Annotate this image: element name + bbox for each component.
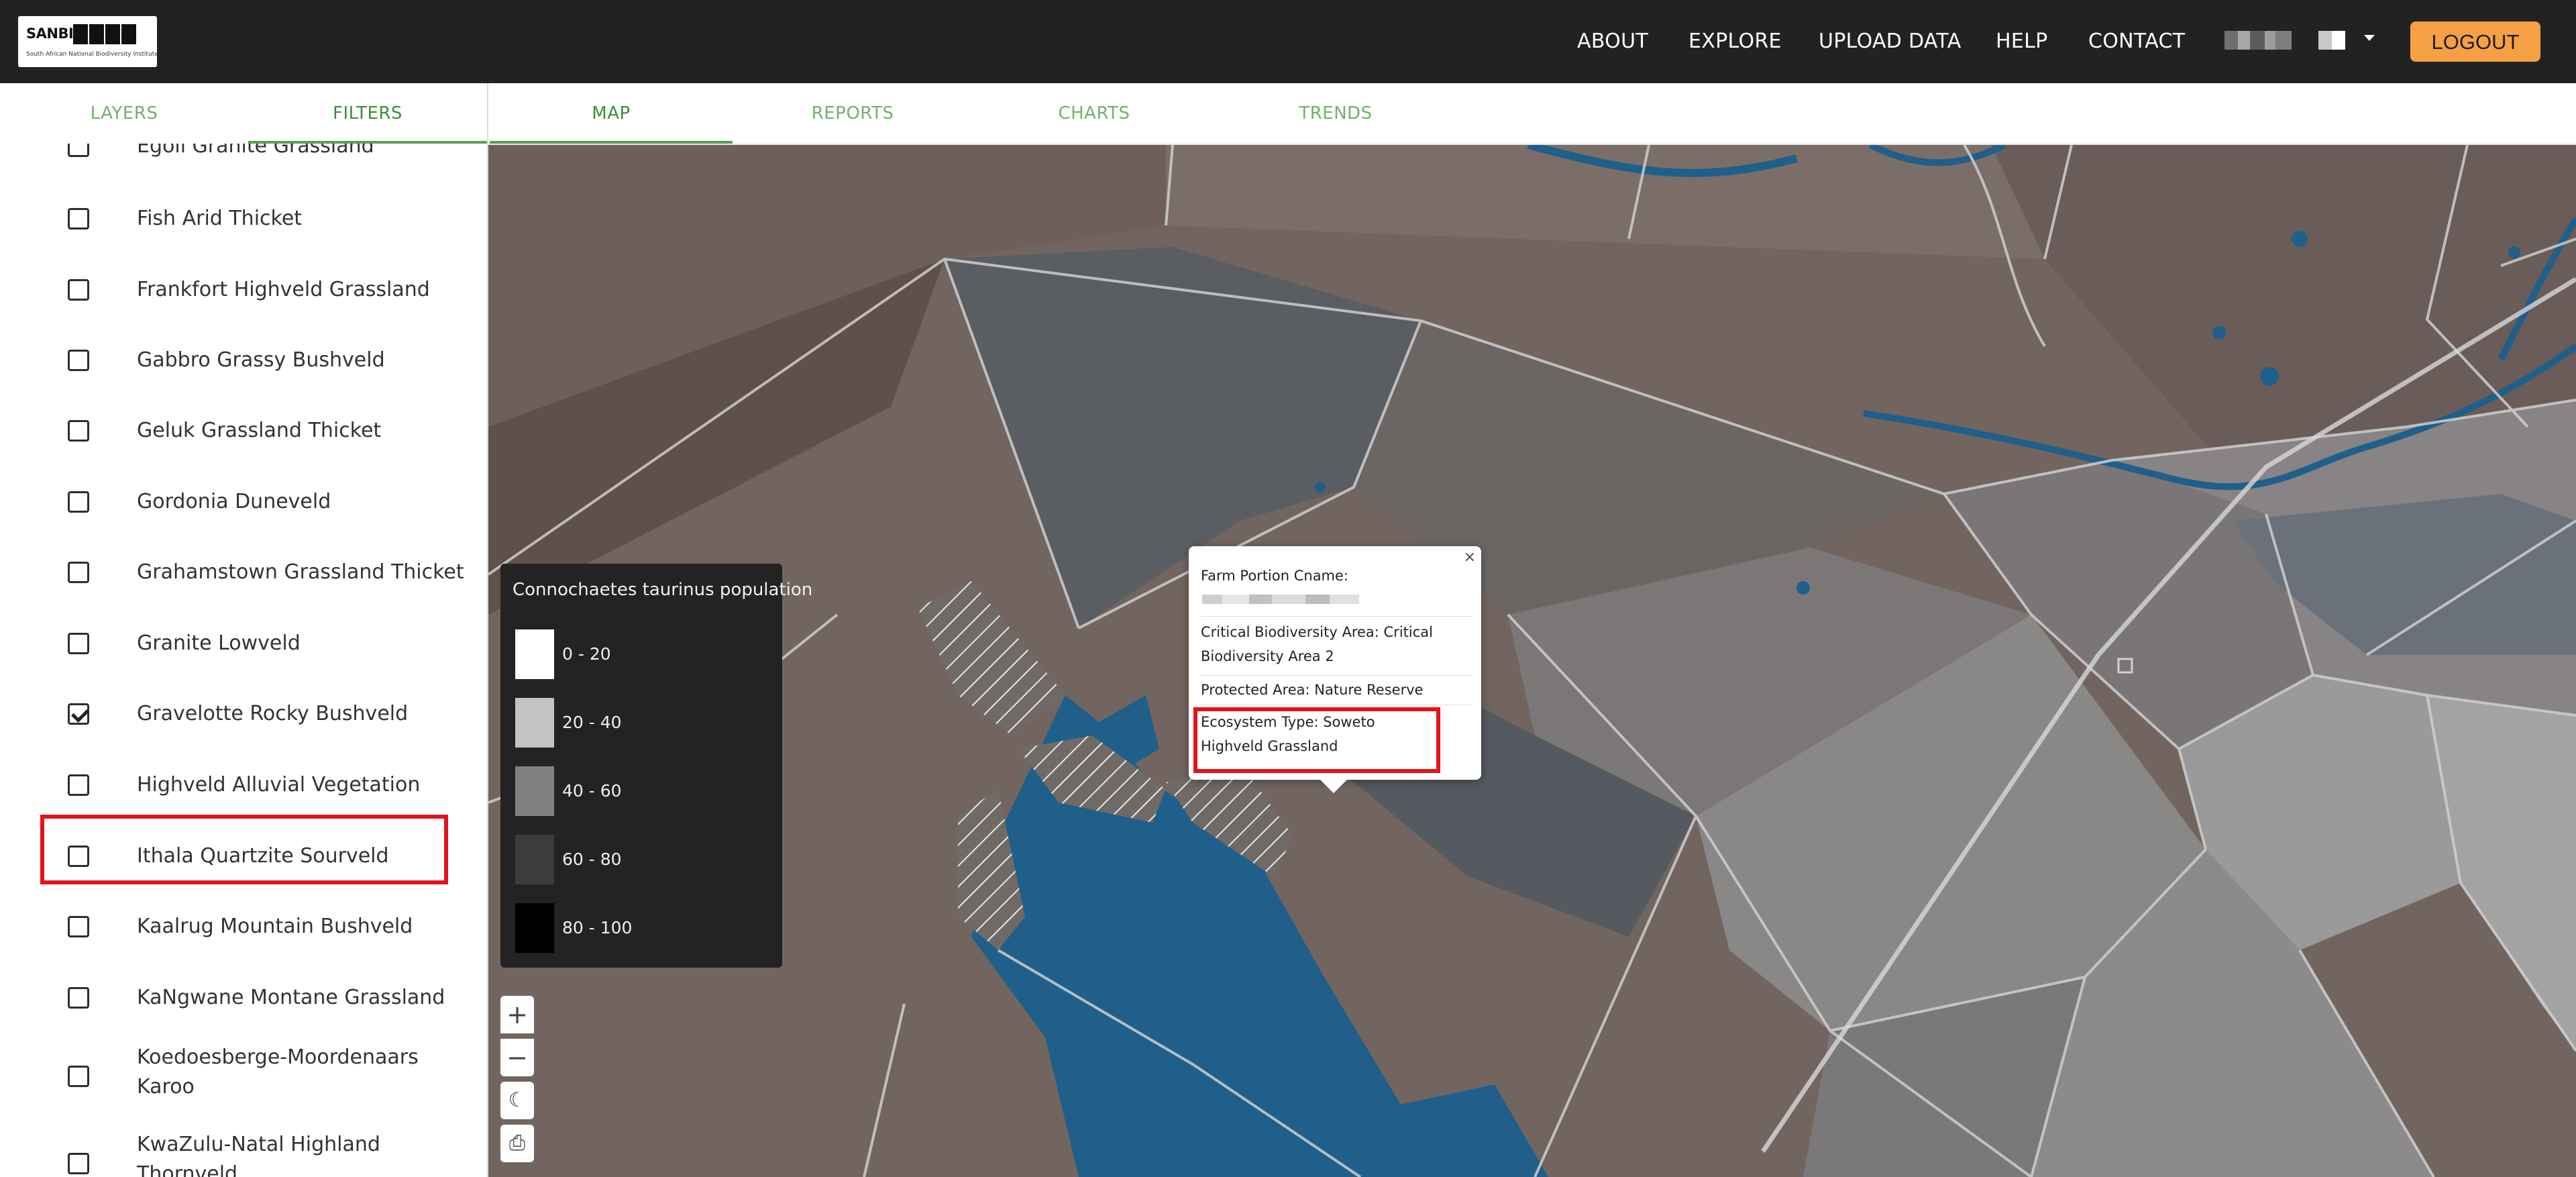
filter-label: Gordonia Duneveld	[137, 490, 331, 513]
filter-checkbox[interactable]	[68, 279, 89, 301]
filter-checkbox[interactable]	[68, 491, 89, 513]
tab-layers[interactable]: LAYERS	[0, 83, 248, 144]
ecosystem-type-highlight	[1193, 707, 1440, 773]
print-icon[interactable]: ⎙	[500, 1125, 534, 1162]
filter-label: Gabbro Grassy Bushveld	[137, 348, 385, 372]
filter-label: Koedoesberge-Moordenaars Karoo	[137, 1045, 419, 1098]
nav-help[interactable]: HELP	[1996, 30, 2048, 53]
map-canvas[interactable]	[488, 145, 2576, 1177]
filter-checkbox[interactable]	[68, 987, 89, 1009]
filter-checkbox[interactable]	[68, 420, 89, 442]
user-menu-redacted[interactable]	[2224, 31, 2345, 50]
filter-label: Egoli Granite Grassland	[137, 144, 374, 158]
legend-label: 40 - 60	[562, 781, 622, 801]
legend-title: Connochaetes taurinus population	[513, 580, 813, 600]
popup-protected-area: Protected Area: Nature Reserve	[1201, 682, 1424, 698]
filter-checkbox[interactable]	[68, 208, 89, 229]
legend-label: 60 - 80	[562, 850, 622, 869]
filter-label: KwaZulu-Natal Highland Thornveld	[137, 1133, 380, 1177]
top-navbar: SANBI South African National Biodiversit…	[0, 0, 2576, 83]
filter-label: Frankfort Highveld Grassland	[137, 278, 430, 301]
legend-label: 20 - 40	[562, 713, 622, 732]
logo-mark-icon	[73, 24, 136, 44]
filter-label: Gravelotte Rocky Bushveld	[137, 702, 409, 725]
tab-charts[interactable]: CHARTS	[973, 83, 1216, 144]
filter-checkbox[interactable]	[68, 1066, 89, 1087]
popup-divider	[1201, 616, 1472, 617]
map-legend: Connochaetes taurinus population 0 - 20 …	[500, 564, 812, 968]
popup-divider	[1201, 675, 1472, 676]
popup-farm-portion-label: Farm Portion Cname:	[1201, 568, 1349, 584]
legend-swatch	[515, 766, 554, 816]
filter-checkbox[interactable]	[68, 144, 89, 157]
filter-label: KaNgwane Montane Grassland	[137, 986, 445, 1009]
feature-info-popup: × Farm Portion Cname: Critical Biodivers…	[1189, 546, 1481, 793]
filter-label: Geluk Grassland Thicket	[137, 419, 382, 442]
filter-label: Granite Lowveld	[137, 631, 301, 655]
legend-swatch	[515, 698, 554, 748]
legend-swatch	[515, 903, 554, 953]
main-tabs: MAP REPORTS CHARTS TRENDS	[488, 83, 2576, 145]
dark-mode-moon-icon[interactable]: ☾	[500, 1082, 534, 1119]
filter-checkbox[interactable]	[68, 350, 89, 371]
filter-label: Fish Arid Thicket	[137, 207, 303, 230]
sanbi-logo[interactable]: SANBI South African National Biodiversit…	[18, 16, 157, 67]
sidebar-tabs: LAYERS FILTERS	[0, 83, 487, 145]
nav-about[interactable]: ABOUT	[1577, 30, 1648, 53]
tab-filters[interactable]: FILTERS	[248, 83, 487, 144]
chevron-down-icon[interactable]	[2364, 35, 2375, 41]
nav-upload-data[interactable]: UPLOAD DATA	[1819, 30, 1962, 53]
redacted-farm-name	[1202, 595, 1359, 604]
filter-list: Egoli Granite Grassland Fish Arid Thicke…	[0, 144, 487, 1177]
tab-map[interactable]: MAP	[490, 83, 733, 144]
filter-label: Highveld Alluvial Vegetation	[137, 773, 421, 797]
filter-label: Kaalrug Mountain Bushveld	[137, 915, 413, 938]
logo-brand-text: SANBI	[26, 25, 74, 42]
filter-checkbox[interactable]	[68, 633, 89, 654]
zoom-out-button[interactable]: −	[500, 1039, 534, 1076]
nav-contact[interactable]: CONTACT	[2088, 30, 2185, 53]
logout-button[interactable]: LOGOUT	[2410, 21, 2540, 62]
tab-trends[interactable]: TRENDS	[1214, 83, 1457, 144]
filter-label: Grahamstown Grassland Thicket	[137, 560, 464, 584]
filter-checkbox[interactable]	[68, 774, 89, 796]
legend-label: 0 - 20	[562, 644, 611, 664]
filter-checkbox-checked[interactable]	[68, 703, 89, 725]
legend-swatch	[515, 835, 554, 884]
map-layers	[488, 145, 2576, 1177]
legend-label: 80 - 100	[562, 918, 633, 937]
filter-checkbox[interactable]	[68, 916, 89, 937]
filter-checkbox[interactable]	[68, 1153, 89, 1174]
zoom-in-button[interactable]: +	[500, 996, 534, 1033]
popup-cba: Critical Biodiversity Area: Critical Bio…	[1201, 624, 1433, 664]
legend-swatch	[515, 629, 554, 679]
tab-reports[interactable]: REPORTS	[731, 83, 974, 144]
selected-filter-highlight	[40, 815, 448, 884]
filter-checkbox[interactable]	[68, 562, 89, 583]
nav-explore[interactable]: EXPLORE	[1688, 30, 1782, 53]
logo-subtitle: South African National Biodiversity Inst…	[26, 51, 157, 58]
